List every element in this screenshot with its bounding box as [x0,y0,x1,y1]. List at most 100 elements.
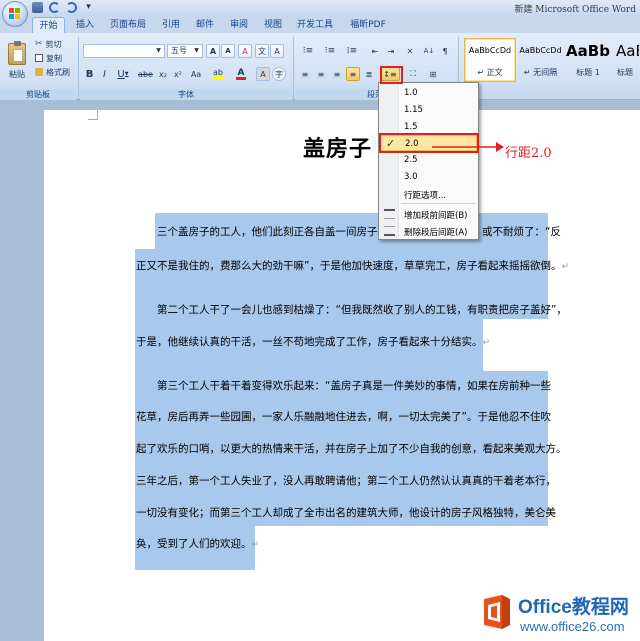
italic-button[interactable]: I [98,67,111,81]
borders-button[interactable]: ⊞ [424,67,442,81]
save-icon[interactable] [32,2,43,13]
decrease-indent-button[interactable]: ⇤ [368,44,382,58]
tab-insert[interactable]: 插入 [70,17,100,33]
align-right-icon: ≡ [333,69,341,79]
tab-home[interactable]: 开始 [32,17,65,33]
align-left-button[interactable]: ≡ [298,67,312,81]
clear-format-button[interactable]: A [238,44,252,58]
underline-button[interactable]: U ▼ [113,67,133,81]
font-color-button[interactable]: A [231,67,251,81]
style-heading-1[interactable]: AaBb 标题 1 [565,38,611,82]
paragraph-line[interactable]: 三个盖房子的工人，他们此刻正各自盖一间房子。 [157,224,388,239]
paragraph-line[interactable]: 第三个工人干着干着变得欢乐起来：“盖房子真是一件美妙的事情，如果在房前种一些 [157,378,551,393]
paragraph-line[interactable]: 三年之后，第一个工人失业了，没人再敢聘请他；第二个工人仍然认认真真的干着老本行， [136,473,556,488]
office-brand-logo-icon [484,595,510,629]
shrink-font-button[interactable]: A [221,44,235,58]
paragraph-line[interactable]: 一切没有变化；而第三个工人却成了全市出名的建筑大师，他设计的房子风格独特，美仑美 [136,505,556,520]
menu-item-1-15[interactable]: 1.15 [380,102,477,118]
bullet-list-icon: ⁝≡ [302,46,314,56]
multilevel-list-button[interactable]: ⁞≡ [342,44,362,58]
office-logo-icon [9,8,21,20]
menu-item-remove-space-after[interactable]: 删除段后间距(A) [380,223,477,239]
tab-mailings[interactable]: 邮件 [190,17,220,33]
show-marks-button[interactable]: ¶ [438,44,452,58]
char-shading-icon: A [260,69,266,79]
superscript-button[interactable]: x² [171,67,185,81]
menu-item-line-spacing-options[interactable]: 行距选项... [380,186,477,202]
brush-icon [35,68,43,76]
style-sample: AaBb [566,42,610,60]
tab-foxit-pdf[interactable]: 福昕PDF [344,17,392,33]
align-right-button[interactable]: ≡ [330,67,344,81]
copy-button[interactable]: 复制 [34,52,78,64]
enclose-char-button[interactable]: 字 [272,67,286,81]
customize-qat-icon[interactable]: ▾ [83,2,94,13]
tab-view[interactable]: 视图 [258,17,288,33]
paragraph-line[interactable]: 花草，房后再弄一些园圃，一家人乐融融地住进去，啊，一切太完美了”。于是他忍不住吹 [136,409,551,424]
style-name: 标题 [617,68,633,77]
tab-developer[interactable]: 开发工具 [292,17,338,33]
bullets-button[interactable]: ⁝≡ [298,44,318,58]
tab-references[interactable]: 引用 [156,17,186,33]
menu-item-add-space-before[interactable]: 增加段前间距(B) [380,206,477,222]
format-painter-button[interactable]: 格式刷 [34,66,78,78]
justify-icon: ≡ [349,69,357,79]
sort-icon: A↓ [423,47,435,55]
distributed-button[interactable]: ≣ [362,67,376,81]
menu-item-label: 1.5 [404,122,418,132]
char-border-button[interactable]: A [270,44,284,58]
menu-item-label: 1.0 [404,88,418,98]
style-name: ↵ 正文 [477,68,503,77]
menu-item-label: 3.0 [404,172,418,182]
menu-item-1-0[interactable]: 1.0 [380,85,477,101]
style-no-spacing[interactable]: AaBbCcDd ↵ 无间隔 [517,38,564,82]
style-normal[interactable]: AaBbCcDd ↵ 正文 [464,38,516,82]
menu-item-2-5[interactable]: 2.5 [380,152,477,168]
paragraph-line[interactable]: 起了欢乐的口哨，以更大的热情来干活，并在房子上加了不少自我的创意，看起来美观大方… [136,441,567,456]
numbered-list-icon: ⁝≡ [324,46,336,56]
subscript-button[interactable]: x₂ [156,67,170,81]
chinese-layout-button[interactable]: ✕ [400,44,420,58]
font-size-combo[interactable]: 五号 ▼ [167,44,203,58]
redo-icon[interactable] [66,2,77,13]
justify-button[interactable]: ≡ [346,67,360,81]
paragraph-line[interactable]: 于是，他继续认真的干活，一丝不苟地完成了工作，房子看起来十分结实。↵ [136,334,490,349]
shrink-font-icon: A [225,47,231,55]
window-title: 新建 Microsoft Office Word [514,5,636,15]
style-title[interactable]: AaB 标题 [612,38,640,82]
paragraph-line[interactable]: 正又不是我住的，费那么大的劲干嘛”，于是他加快速度，草草完工，房子看起来摇摇欲倒… [136,258,569,273]
cut-button[interactable]: ✂ 剪切 [34,38,78,50]
undo-icon[interactable] [49,2,60,13]
paragraph-line[interactable]: 第二个工人干了一会儿也感到枯燥了：“但我既然收了别人的工钱，有职责把房子盖好”， [157,302,567,317]
paste-button[interactable]: 粘贴 [4,37,30,85]
bold-button[interactable]: B [83,67,96,81]
chinese-layout-icon: ✕ [406,46,414,56]
grow-font-button[interactable]: A [206,44,220,58]
align-center-button[interactable]: ≡ [314,67,328,81]
font-color-icon: A [236,67,246,80]
menu-item-3-0[interactable]: 3.0 [380,169,477,185]
bold-icon: B [85,68,94,80]
font-name-combo[interactable]: ▼ [83,44,165,58]
paragraph-line[interactable]: 或不耐烦了：“反 [482,224,561,239]
tab-review[interactable]: 审阅 [224,17,254,33]
multilevel-list-icon: ⁞≡ [346,46,358,56]
font-size-value: 五号 [171,46,187,55]
sort-button[interactable]: A↓ [422,44,436,58]
tab-page-layout[interactable]: 页面布局 [104,17,152,33]
strikethrough-icon: abe [138,69,153,79]
office-button[interactable] [2,1,28,27]
highlight-button[interactable]: ab [208,67,228,81]
subscript-icon: x₂ [159,69,167,79]
char-shading-button[interactable]: A [256,67,270,81]
phonetic-icon: 文 [258,46,266,56]
numbering-button[interactable]: ⁝≡ [320,44,340,58]
increase-indent-button[interactable]: ⇥ [384,44,398,58]
strikethrough-button[interactable]: abe [137,67,154,81]
paragraph-line[interactable]: 奂，受到了人们的欢迎。↵ [136,536,259,551]
phonetic-guide-button[interactable]: 文 [255,44,269,58]
change-case-button[interactable]: Aa [187,67,205,81]
cut-label: 剪切 [45,39,62,49]
shading-button[interactable]: ⛶ [404,67,422,81]
style-sample: AaBbCcDd [468,46,512,55]
